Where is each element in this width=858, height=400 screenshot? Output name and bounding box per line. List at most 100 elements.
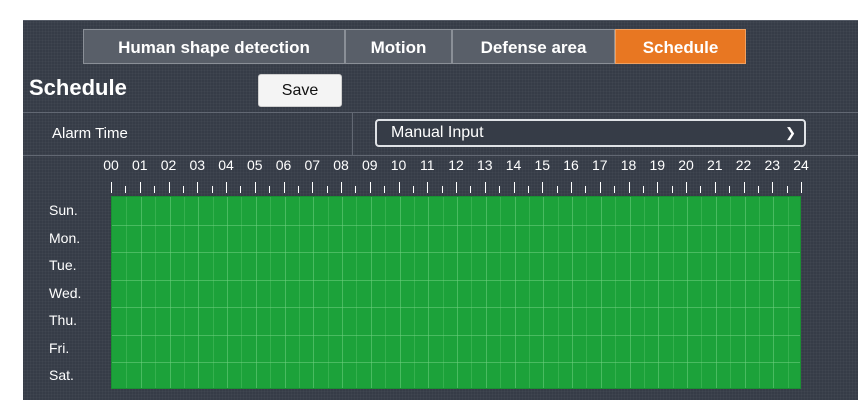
half-hour-tick [585,186,587,193]
grid-column-line [413,197,415,388]
schedule-grid[interactable] [111,196,801,389]
half-hour-tick [700,186,702,193]
grid-column-line [485,197,487,388]
half-hour-tick [729,186,731,193]
hour-tick [111,182,112,193]
grid-column-line [528,197,530,388]
save-button[interactable]: Save [258,74,342,107]
grid-column-line [672,197,674,388]
grid-column-line [313,197,315,388]
alarm-time-label: Alarm Time [52,125,128,142]
half-hour-tick [355,186,357,193]
grid-column-line [212,197,214,388]
grid-column-line [183,197,185,388]
half-hour-tick [412,186,414,193]
grid-column-line [255,197,257,388]
hour-label: 12 [448,157,464,173]
grid-column-line [270,197,272,388]
hour-tick [686,182,687,193]
grid-column-line [773,197,775,388]
row-divider [352,113,353,155]
half-hour-tick [642,186,644,193]
hour-tick [254,182,256,193]
grid-column-line [572,197,573,388]
tab-defense-area[interactable]: Defense area [452,29,615,64]
half-hour-tick [240,186,242,193]
day-label: Sun. [49,202,78,218]
hour-tick [369,182,371,193]
hour-label: 16 [563,157,579,173]
hour-label: 18 [620,157,637,173]
hour-label: 21 [706,157,723,173]
half-hour-tick [470,186,472,193]
grid-column-line [457,197,458,388]
hour-tick [398,182,400,193]
grid-column-line [500,197,502,388]
hour-label: 09 [361,157,378,173]
grid-column-line [557,197,559,388]
half-hour-tick [527,186,529,193]
hour-tick [657,182,659,193]
hour-label: 05 [246,157,263,173]
hour-label: 08 [333,157,349,173]
hour-tick [628,182,630,193]
hour-tick [226,182,227,193]
grid-column-line [687,197,688,388]
grid-column-line [227,197,228,388]
schedule-panel: Human shape detection Motion Defense are… [23,20,858,400]
hour-label: 22 [735,157,752,173]
grid-column-line [284,197,286,388]
grid-column-line [629,197,631,388]
half-hour-tick [441,186,443,193]
half-hour-tick [297,186,299,193]
grid-row-line [112,252,800,254]
grid-column-line [514,197,516,388]
page-title: Schedule [29,75,127,100]
tab-schedule[interactable]: Schedule [615,29,746,64]
grid-column-line [442,197,444,388]
half-hour-tick [154,186,156,193]
grid-column-line [327,197,329,388]
tab-bar: Human shape detection Motion Defense are… [83,29,746,64]
hour-label: 03 [189,157,206,173]
day-label: Fri. [49,339,70,356]
grid-column-line [155,197,157,388]
grid-column-line [241,197,243,388]
half-hour-tick [269,186,271,193]
alarm-time-select[interactable]: Manual Input ❯ [375,119,806,147]
grid-column-line [744,197,746,388]
tab-motion[interactable]: Motion [345,29,452,64]
grid-column-line [471,197,473,388]
hour-tick [513,182,515,193]
hour-tick [341,182,342,193]
hour-label: 23 [764,157,781,173]
hour-label: 02 [160,157,177,173]
grid-column-line [298,197,300,388]
hour-tick [599,182,601,193]
hour-label: 24 [793,157,809,173]
grid-row-line [112,362,800,364]
grid-column-line [140,197,142,388]
grid-column-line [758,197,760,388]
tab-human-shape-detection[interactable]: Human shape detection [83,29,345,64]
grid-column-line [787,197,789,388]
hour-tick [427,182,429,193]
day-label: Wed. [49,284,82,301]
half-hour-tick [671,186,673,193]
grid-column-line [342,197,343,388]
hour-label: 06 [275,157,292,173]
hour-tick [714,182,716,193]
half-hour-tick [499,186,501,193]
alarm-time-selected-value: Manual Input [391,124,484,141]
chevron-down-icon: ❯ [785,125,796,140]
grid-column-line [385,197,387,388]
grid-column-line [169,197,171,388]
hour-tick [772,182,774,193]
half-hour-tick [211,186,213,193]
hour-tick [456,182,457,193]
hour-label: 14 [505,157,522,173]
hour-tick [571,182,572,193]
grid-column-line [126,197,128,388]
hour-tick [197,182,199,193]
hour-label: 11 [419,157,435,173]
